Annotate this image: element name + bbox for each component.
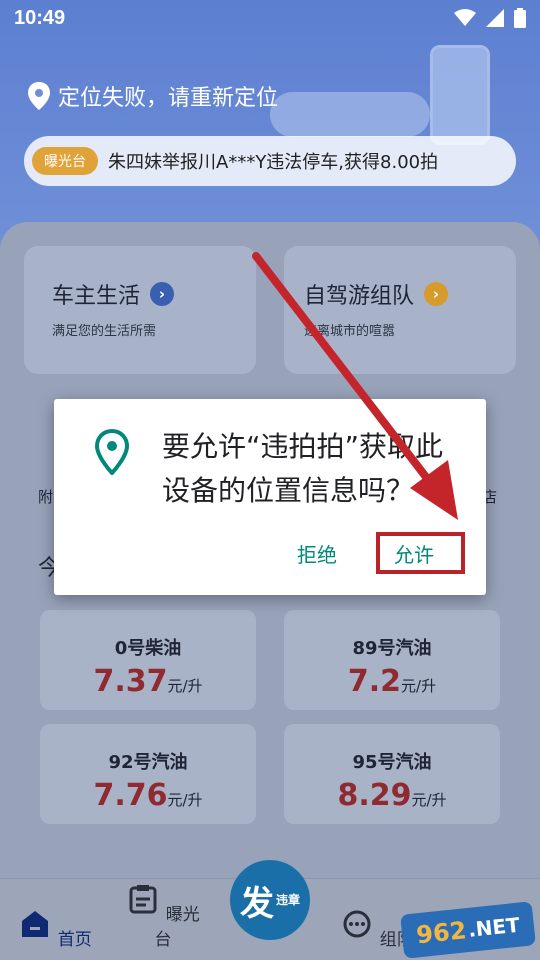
- location-pin-icon: [94, 429, 130, 475]
- side-text-left: 附: [38, 488, 54, 506]
- fuel-price: 7.2: [347, 664, 402, 699]
- fuel-price-row: 7.76元/升: [40, 778, 256, 813]
- watermark-number: 962: [414, 916, 468, 950]
- battery-icon: [514, 8, 526, 28]
- phone-illustration: [430, 45, 490, 145]
- chat-icon: [343, 910, 371, 938]
- fuel-price: 7.76: [93, 778, 168, 813]
- fuel-unit: 元/升: [167, 791, 203, 809]
- location-text: 定位失败，请重新定位: [58, 86, 279, 111]
- fuel-price-row: 7.37元/升: [40, 664, 256, 699]
- exposure-ticker[interactable]: 曝光台 朱四妹举报川A***Y违法停车,获得8.00拍: [24, 136, 516, 186]
- card-title: 自驾游组队: [304, 284, 415, 309]
- fuel-name: 0号柴油: [114, 638, 182, 659]
- home-icon: [22, 911, 49, 937]
- dialog-message: 要允许“违拍拍”获取此设备的位置信息吗？: [162, 430, 444, 507]
- fuel-unit: 元/升: [167, 677, 203, 695]
- fuel-name: 92号汽油: [108, 752, 188, 773]
- fuel-card: 0号柴油 7.37元/升: [40, 610, 256, 710]
- fuel-price: 8.29: [337, 778, 412, 813]
- card-owner-life[interactable]: 车主生活 › 满足您的生活所需: [24, 246, 256, 374]
- card-owner-life-title-row: 车主生活 ›: [52, 278, 175, 310]
- fuel-card: 92号汽油 7.76元/升: [40, 724, 256, 824]
- card-subtitle: 逃离城市的喧嚣: [304, 324, 396, 339]
- clipboard-icon: [129, 885, 157, 914]
- fuel-unit: 元/升: [411, 791, 447, 809]
- fuel-name: 89号汽油: [352, 638, 432, 659]
- allow-highlight-box: [376, 532, 465, 574]
- deny-button[interactable]: 拒绝: [297, 539, 337, 568]
- status-icons: [454, 8, 526, 28]
- card-road-trip-title-row: 自驾游组队 ›: [304, 278, 449, 310]
- fuel-card: 95号汽油 8.29元/升: [284, 724, 500, 824]
- tab-label: 曝光台: [154, 905, 200, 950]
- report-violation-button[interactable]: 发 违章: [230, 860, 310, 940]
- signal-icon: [486, 9, 504, 27]
- location-row[interactable]: 定位失败，请重新定位: [28, 80, 278, 112]
- wifi-icon: [454, 9, 476, 26]
- status-bar: 10:49: [0, 0, 540, 36]
- fuel-card: 89号汽油 7.2元/升: [284, 610, 500, 710]
- location-pin-icon: [28, 82, 50, 110]
- location-permission-dialog: 要允许“违拍拍”获取此设备的位置信息吗？ 拒绝 允许: [54, 399, 486, 595]
- chevron-right-icon: ›: [150, 282, 175, 306]
- ticker-text: 朱四妹举报川A***Y违法停车,获得8.00拍: [108, 152, 439, 173]
- tab-exposure[interactable]: 曝光台: [118, 884, 208, 950]
- chevron-right-icon: ›: [424, 282, 449, 306]
- card-subtitle: 满足您的生活所需: [52, 324, 157, 339]
- card-title: 车主生活: [52, 284, 141, 309]
- watermark-suffix: .NET: [466, 912, 521, 942]
- fuel-price-row: 7.2元/升: [284, 664, 500, 699]
- status-time: 10:49: [14, 6, 66, 29]
- card-road-trip[interactable]: 自驾游组队 › 逃离城市的喧嚣: [284, 246, 516, 374]
- tab-label: 首页: [57, 930, 92, 950]
- fab-small-label: 违章: [275, 892, 300, 907]
- fuel-price-row: 8.29元/升: [284, 778, 500, 813]
- fuel-unit: 元/升: [401, 677, 437, 695]
- fab-label: 发: [239, 883, 274, 924]
- tab-home[interactable]: 首页: [10, 909, 100, 950]
- ticker-tag: 曝光台: [32, 147, 98, 175]
- fuel-price: 7.37: [93, 664, 168, 699]
- fuel-name: 95号汽油: [352, 752, 432, 773]
- car-illustration: [270, 92, 430, 137]
